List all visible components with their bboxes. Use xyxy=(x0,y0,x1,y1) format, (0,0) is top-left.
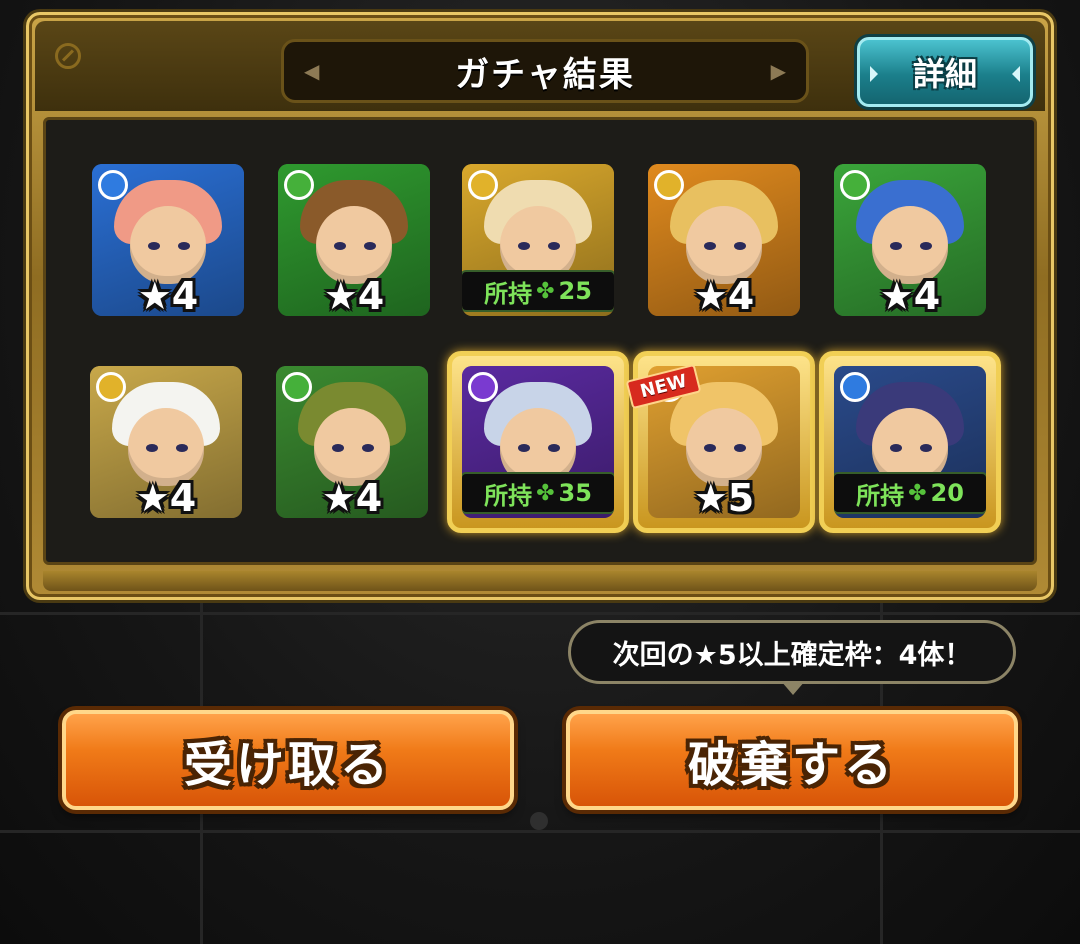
portrait-face xyxy=(130,206,206,284)
portrait-eye xyxy=(146,444,158,452)
portrait-eye xyxy=(734,242,746,250)
portrait-eye xyxy=(704,444,716,452)
speech-tail xyxy=(781,681,805,695)
wood-attribute-icon xyxy=(282,372,312,402)
monster-card[interactable]: 所持 ✤ 35 xyxy=(462,366,614,518)
rarity-stars: ★4 xyxy=(135,476,197,518)
monster-card[interactable]: ★4 xyxy=(90,366,242,518)
portrait-eye xyxy=(364,242,376,250)
rarity-stars: ★4 xyxy=(137,274,199,316)
portrait-face xyxy=(128,408,204,486)
owned-count: 35 xyxy=(558,479,592,507)
bg-line xyxy=(0,830,1080,833)
guarantee-notice: 次回の★5以上確定枠：4体！ xyxy=(568,620,1016,695)
portrait-eye xyxy=(332,444,344,452)
light-attribute-icon xyxy=(654,170,684,200)
monster-card[interactable]: ★4 xyxy=(276,366,428,518)
portrait-eye xyxy=(178,242,190,250)
rarity-stars: ★5 xyxy=(693,476,755,518)
portrait-eye xyxy=(548,444,560,452)
bg-line xyxy=(0,612,1080,615)
owned-count: 25 xyxy=(558,277,592,305)
portrait-face xyxy=(314,408,390,486)
monster-card[interactable]: ★4 xyxy=(92,164,244,316)
monster-card[interactable]: ★4 xyxy=(278,164,430,316)
chevron-right-icon xyxy=(1012,66,1020,82)
monster-card[interactable]: ★4 xyxy=(834,164,986,316)
portrait-eye xyxy=(518,242,530,250)
portrait-eye xyxy=(890,444,902,452)
light-attribute-icon xyxy=(96,372,126,402)
owned-count-badge: 所持 ✤ 25 xyxy=(462,270,614,312)
owned-label: 所持 xyxy=(484,279,533,308)
clover-icon: ✤ xyxy=(908,480,927,506)
owned-label: 所持 xyxy=(484,481,533,510)
water-attribute-icon xyxy=(98,170,128,200)
owned-count-badge: 所持 ✤ 35 xyxy=(462,472,614,514)
rarity-stars: ★4 xyxy=(879,274,941,316)
panel-ornament-icon xyxy=(55,43,81,69)
receive-button[interactable]: 受け取る xyxy=(62,710,514,810)
owned-count-badge: 所持 ✤ 20 xyxy=(834,472,986,514)
detail-button[interactable]: 詳細 xyxy=(857,37,1033,107)
portrait-eye xyxy=(148,242,160,250)
detail-button-label: 詳細 xyxy=(912,55,977,93)
chevron-left-icon xyxy=(870,66,878,82)
portrait-eye xyxy=(176,444,188,452)
portrait-eye xyxy=(518,444,530,452)
portrait-eye xyxy=(548,242,560,250)
portrait-face xyxy=(872,206,948,284)
guarantee-notice-text: 次回の★5以上確定枠：4体！ xyxy=(612,639,972,671)
wood-attribute-icon xyxy=(284,170,314,200)
portrait-face xyxy=(316,206,392,284)
title-bar: ◀ ガチャ結果 ▶ xyxy=(281,39,809,103)
owned-label: 所持 xyxy=(856,481,905,510)
portrait-face xyxy=(686,206,762,284)
monster-card[interactable]: 所持 ✤ 25 xyxy=(462,164,614,316)
portrait-face xyxy=(686,408,762,486)
monster-card[interactable]: 所持 ✤ 20 xyxy=(834,366,986,518)
clover-icon: ✤ xyxy=(536,480,555,506)
portrait-eye xyxy=(890,242,902,250)
next-arrow-icon[interactable]: ▶ xyxy=(751,59,806,83)
discard-button[interactable]: 破棄する xyxy=(566,710,1018,810)
portrait-eye xyxy=(362,444,374,452)
portrait-eye xyxy=(704,242,716,250)
rarity-stars: ★4 xyxy=(321,476,383,518)
wood-attribute-icon xyxy=(840,170,870,200)
panel-bottom-strip xyxy=(43,571,1037,591)
portrait-eye xyxy=(734,444,746,452)
receive-button-label: 受け取る xyxy=(183,737,392,793)
clover-icon: ✤ xyxy=(536,278,555,304)
monster-card[interactable]: ★4 xyxy=(648,164,800,316)
light-attribute-icon xyxy=(468,170,498,200)
discard-button-label: 破棄する xyxy=(687,737,896,793)
page-title: ガチャ結果 xyxy=(455,54,635,95)
portrait-eye xyxy=(920,444,932,452)
portrait-eye xyxy=(920,242,932,250)
portrait-eye xyxy=(334,242,346,250)
rarity-stars: ★4 xyxy=(323,274,385,316)
water-attribute-icon xyxy=(840,372,870,402)
owned-count: 20 xyxy=(930,479,964,507)
dark-attribute-icon xyxy=(468,372,498,402)
prev-arrow-icon[interactable]: ◀ xyxy=(284,59,339,83)
rarity-stars: ★4 xyxy=(693,274,755,316)
page-indicator-dot xyxy=(530,812,548,830)
